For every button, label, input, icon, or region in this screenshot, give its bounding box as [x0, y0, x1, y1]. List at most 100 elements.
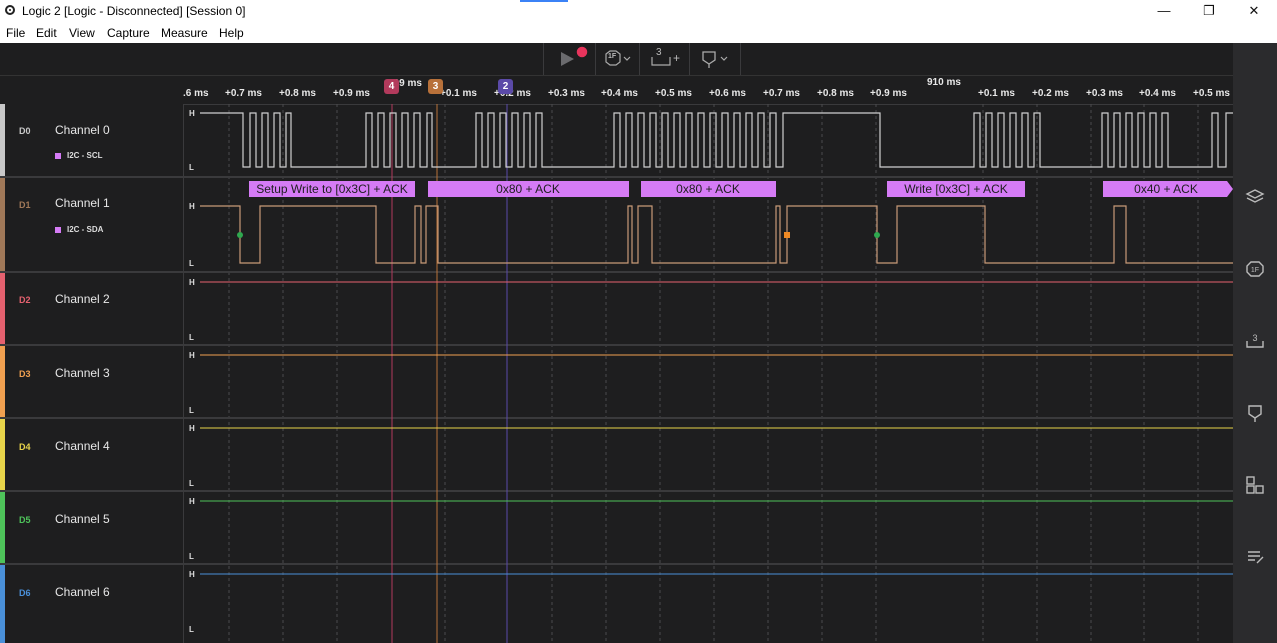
timing-marker-4[interactable]: 4 — [384, 79, 399, 94]
ruler-tick: +0.1 ms — [978, 88, 1015, 99]
menu-help[interactable]: Help — [219, 26, 244, 40]
timing-marker-3[interactable]: 3 — [428, 79, 443, 94]
logic-app-icon — [5, 5, 15, 15]
channel-id: D6 — [19, 588, 31, 598]
channel-row-d1[interactable]: D1 Channel 1 I2C - SDA — [0, 178, 183, 273]
channel-separators — [184, 176, 1233, 565]
level-high-label: H — [189, 351, 195, 360]
analyzer-tag[interactable]: I2C - SDA — [55, 225, 103, 234]
channel-id: D0 — [19, 126, 31, 136]
channel-name[interactable]: Channel 1 — [55, 196, 110, 210]
channel-name[interactable]: Channel 5 — [55, 512, 110, 526]
notes-icon[interactable] — [1245, 547, 1265, 567]
measure-plus: + — [673, 51, 681, 65]
waveform-view[interactable]: H L H L H L H L H L H L H L Setup Write … — [184, 104, 1233, 643]
marker-icon — [702, 51, 728, 68]
level-low-label: L — [189, 625, 194, 634]
channel-row-d2[interactable]: D2 Channel 2 — [0, 273, 183, 346]
marker-dropdown[interactable] — [689, 43, 741, 75]
analyzers-icon[interactable] — [1245, 187, 1265, 207]
ruler-tick: +0.9 ms — [333, 88, 370, 99]
i2c-frame-label: Write [0x3C] + ACK — [904, 182, 1007, 196]
svg-text:1F: 1F — [1251, 267, 1259, 274]
timing-marker-2[interactable]: 2 — [498, 79, 513, 94]
channel-name[interactable]: Channel 4 — [55, 439, 110, 453]
ruler-tick: +0.9 ms — [870, 88, 907, 99]
i2c-frame-label: 0x80 + ACK — [496, 182, 560, 196]
channel-row-d4[interactable]: D4 Channel 4 — [0, 419, 183, 492]
channel-row-d6[interactable]: D6 Channel 6 — [0, 565, 183, 643]
channel-list: D0 Channel 0 I2C - SCL D1 Channel 1 I2C … — [0, 104, 184, 643]
menu-edit[interactable]: Edit — [36, 26, 57, 40]
level-high-label: H — [189, 202, 195, 211]
ruler-tick: +0.3 ms — [548, 88, 585, 99]
menu-file[interactable]: File — [6, 26, 25, 40]
channel-id: D1 — [19, 200, 31, 210]
extensions-icon[interactable] — [1245, 475, 1265, 495]
title-bar: Logic 2 [Logic - Disconnected] [Session … — [0, 0, 1277, 22]
maximize-button[interactable]: ❐ — [1186, 0, 1232, 22]
i2c-frame-label: Setup Write to [0x3C] + ACK — [256, 182, 408, 196]
toolbar: 1F 3 + — [0, 43, 1233, 76]
level-low-label: L — [189, 333, 194, 342]
ruler-tick: +0.5 ms — [655, 88, 692, 99]
ruler-tick: +0.4 ms — [601, 88, 638, 99]
marker-icon[interactable] — [1245, 403, 1265, 423]
ruler-tick: +0.4 ms — [1139, 88, 1176, 99]
channel-name[interactable]: Channel 3 — [55, 366, 110, 380]
ruler-tick: +0.1 ms — [440, 88, 477, 99]
measure-icon[interactable]: 3 — [1245, 331, 1265, 351]
i2c-frame-label: 0x40 + ACK — [1134, 182, 1198, 196]
menu-capture[interactable]: Capture — [107, 26, 150, 40]
level-high-label: H — [189, 497, 195, 506]
minimize-button[interactable]: — — [1141, 0, 1187, 22]
i2c-start-marker — [874, 232, 880, 238]
channel-color-bar — [0, 104, 5, 176]
channel-name[interactable]: Channel 6 — [55, 585, 110, 599]
measure-icon — [651, 57, 671, 66]
channel-name[interactable]: Channel 0 — [55, 123, 110, 137]
channel-id: D4 — [19, 442, 31, 452]
menu-view[interactable]: View — [69, 26, 95, 40]
ruler-tick: +0.5 ms — [1193, 88, 1230, 99]
channel-name[interactable]: Channel 2 — [55, 292, 110, 306]
channel-color-bar — [0, 492, 5, 563]
start-capture-button[interactable] — [543, 43, 596, 75]
level-low-label: L — [189, 406, 194, 415]
title-accent-strip — [520, 0, 568, 2]
level-high-label: H — [189, 278, 195, 287]
close-button[interactable]: ✕ — [1231, 0, 1277, 22]
trigger-label: 1F — [608, 53, 617, 60]
ruler-major-label: 910 ms — [927, 77, 961, 88]
level-low-label: L — [189, 163, 194, 172]
channel-color-bar — [0, 419, 5, 490]
level-high-label: H — [189, 570, 195, 579]
ruler-tick: +0.3 ms — [1086, 88, 1123, 99]
i2c-stop-marker — [784, 232, 790, 238]
channel-id: D5 — [19, 515, 31, 525]
window-title: Logic 2 [Logic - Disconnected] [Session … — [22, 4, 246, 18]
play-icon — [561, 45, 589, 66]
channel-row-d5[interactable]: D5 Channel 5 — [0, 492, 183, 565]
waveform-d0 — [200, 112, 1233, 168]
level-low-label: L — [189, 259, 194, 268]
analyzer-tag[interactable]: I2C - SCL — [55, 151, 103, 160]
channel-color-bar — [0, 346, 5, 417]
level-low-label: L — [189, 552, 194, 561]
menu-bar: File Edit View Capture Measure Help — [0, 22, 1277, 43]
level-high-label: H — [189, 424, 195, 433]
level-low-label: L — [189, 479, 194, 488]
waveform-d1 — [200, 205, 1233, 264]
channel-row-d3[interactable]: D3 Channel 3 — [0, 346, 183, 419]
menu-measure[interactable]: Measure — [161, 26, 208, 40]
channel-color-bar — [0, 565, 5, 643]
ruler-tick: +0.7 ms — [763, 88, 800, 99]
add-measurement-button[interactable]: 3 + — [639, 43, 690, 75]
ruler-tick: +0.7 ms — [225, 88, 262, 99]
trigger-dropdown[interactable]: 1F — [595, 43, 640, 75]
trigger-icon[interactable]: 1F — [1245, 259, 1265, 279]
channel-row-d0[interactable]: D0 Channel 0 I2C - SCL — [0, 104, 183, 178]
time-ruler[interactable]: .6 ms +0.7 ms +0.8 ms +0.9 ms 909 ms +0.… — [183, 76, 1233, 105]
ruler-tick: .6 ms — [183, 88, 209, 99]
channel-id: D2 — [19, 295, 31, 305]
